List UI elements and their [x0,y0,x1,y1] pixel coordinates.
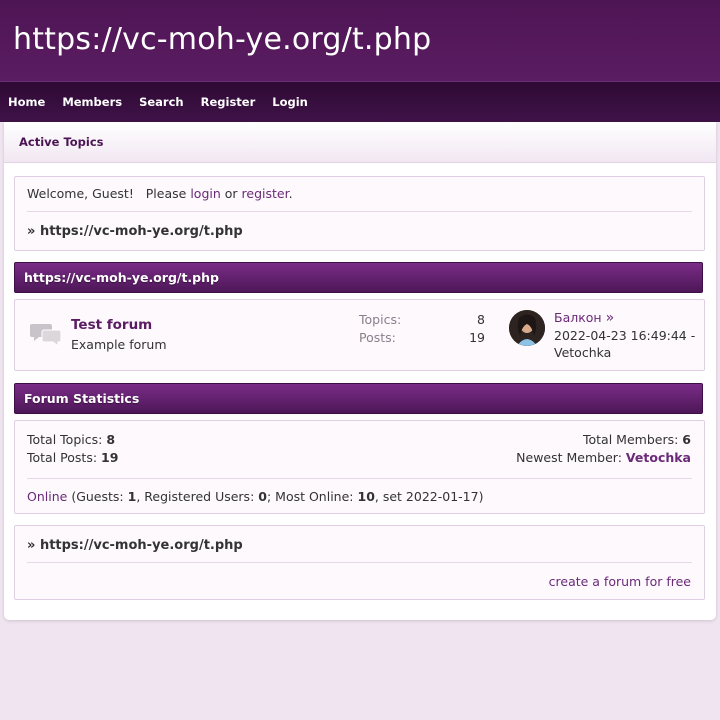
site-header: https://vc-moh-ye.org/t.php [0,0,720,81]
sub-navbar: Active Topics [4,122,716,163]
nav-login[interactable]: Login [272,95,308,109]
statistics-box: Total Topics: 8 Total Posts: 19 Total Me… [14,420,705,514]
last-post-author: Vetochka [554,345,612,360]
posts-label: Posts: [359,330,396,345]
total-topics-label: Total Topics: [27,432,103,447]
category-header: https://vc-moh-ye.org/t.php [14,262,703,293]
last-post-datetime: 2022-04-23 16:49:44 - [554,328,696,343]
login-link[interactable]: login [190,186,220,201]
welcome-box: Welcome, Guest! Please login or register… [14,176,705,251]
avatar[interactable] [509,310,545,346]
divider [27,211,692,212]
divider [27,478,692,479]
footer-breadcrumb: » https://vc-moh-ye.org/t.php [27,538,243,553]
last-post-title-line: Балкон » [554,310,614,326]
registered-label: , Registered Users: [136,489,255,504]
most-online-value: 10 [357,489,375,504]
footer-box: » https://vc-moh-ye.org/t.php create a f… [14,525,705,600]
welcome-period: . [288,186,293,201]
topics-label: Topics: [359,312,402,327]
guests-label: (Guests: [71,489,124,504]
last-post-link[interactable]: Балкон [554,310,602,325]
total-members: Total Members: 6 [583,432,691,447]
total-members-value: 6 [682,432,691,447]
forum-row: Test forum Example forum Topics: 8 Posts… [14,299,705,371]
breadcrumb-link[interactable]: https://vc-moh-ye.org/t.php [40,224,243,239]
footer-breadcrumb-link[interactable]: https://vc-moh-ye.org/t.php [40,538,243,553]
posts-count: 19 [469,330,485,345]
newest-member: Newest Member: Vetochka [516,450,691,465]
forum-bubbles-icon [30,322,62,349]
welcome-or: or [224,186,238,201]
most-online-label: ; Most Online: [266,489,354,504]
forum-description: Example forum [71,337,167,352]
online-stats: Online (Guests: 1, Registered Users: 0; … [27,489,483,504]
forum-name-link[interactable]: Test forum [71,317,152,333]
nav-home[interactable]: Home [8,95,45,109]
most-online-date: , set 2022-01-17) [374,489,484,504]
nav-search[interactable]: Search [139,95,184,109]
go-to-last-post-icon[interactable]: » [606,310,615,326]
total-posts: Total Posts: 19 [27,450,118,465]
register-link[interactable]: register [242,186,289,201]
topics-count: 8 [477,312,485,327]
divider [27,562,692,563]
newest-member-label: Newest Member: [516,450,622,465]
welcome-text: Welcome, Guest! Please [27,186,187,201]
newest-member-link[interactable]: Vetochka [626,450,691,465]
main-navbar: Home Members Search Register Login [0,81,720,122]
create-forum-link[interactable]: create a forum for free [549,574,691,589]
total-members-label: Total Members: [583,432,679,447]
statistics-header: Forum Statistics [14,383,703,414]
total-topics: Total Topics: 8 [27,432,115,447]
registered-value: 0 [258,489,267,504]
breadcrumb: » https://vc-moh-ye.org/t.php [27,224,243,239]
category-title-link[interactable]: https://vc-moh-ye.org/t.php [24,270,219,285]
total-topics-value: 8 [106,432,116,447]
total-posts-value: 19 [101,450,119,465]
active-topics-link[interactable]: Active Topics [19,135,104,149]
site-title: https://vc-moh-ye.org/t.php [13,22,432,57]
nav-members[interactable]: Members [62,95,122,109]
footer-breadcrumb-arrow: » [27,538,36,553]
welcome-message: Welcome, Guest! Please login or register… [27,186,293,201]
nav-register[interactable]: Register [201,95,256,109]
total-posts-label: Total Posts: [27,450,98,465]
online-link[interactable]: Online [27,489,67,504]
breadcrumb-arrow: » [27,224,36,239]
content-wrapper: Active Topics Welcome, Guest! Please log… [4,122,716,620]
